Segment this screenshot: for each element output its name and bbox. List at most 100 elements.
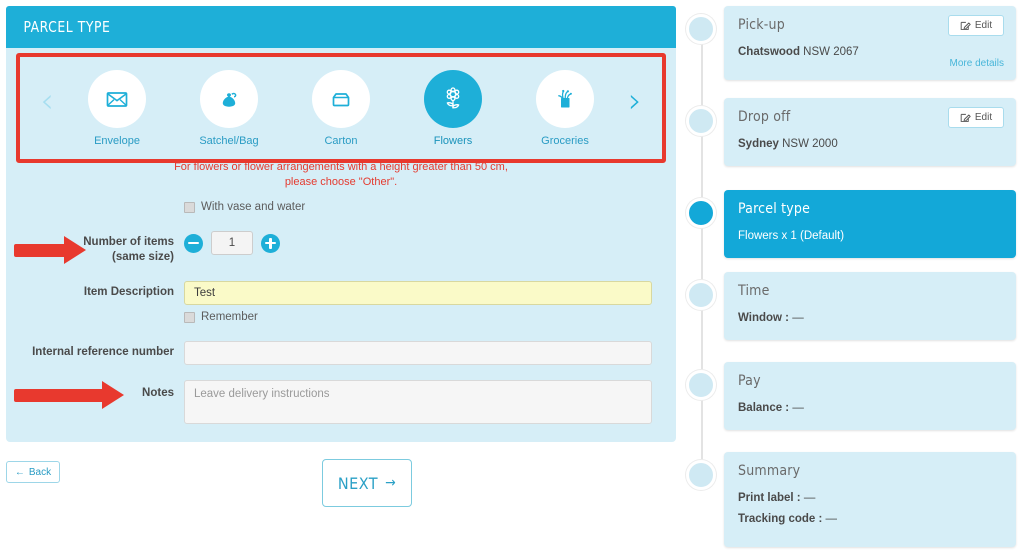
decrement-quantity-button[interactable] bbox=[184, 233, 203, 253]
timeline-dot-time bbox=[686, 280, 716, 310]
parcel-type-label: Envelope bbox=[94, 134, 140, 147]
quantity-input[interactable]: 1 bbox=[211, 231, 253, 255]
back-button-label: Back bbox=[28, 466, 52, 478]
annotation-arrow-number-of-items bbox=[14, 236, 86, 265]
next-arrow-icon: → bbox=[385, 475, 397, 491]
item-description-row: Item Description Test bbox=[6, 281, 676, 305]
card-line-bold: Sydney bbox=[738, 138, 779, 150]
card-title: Parcel type bbox=[738, 201, 811, 217]
flowers-icon bbox=[446, 86, 460, 108]
parcel-type-circle bbox=[88, 69, 146, 128]
card-pay[interactable]: Pay Balance : — bbox=[724, 362, 1016, 430]
card-title: Time bbox=[738, 283, 770, 299]
parcel-type-label: Satchel/Bag bbox=[199, 134, 259, 147]
warning-line-2: please choose "Other". bbox=[284, 176, 398, 188]
back-button[interactable]: ← Back bbox=[6, 461, 60, 483]
card-line-bold: Print label : bbox=[738, 492, 801, 504]
edit-dropoff-button[interactable]: Edit bbox=[948, 107, 1004, 128]
pencil-icon bbox=[960, 113, 971, 122]
parcel-type-circle bbox=[312, 69, 370, 128]
notes-textarea[interactable]: Leave delivery instructions bbox=[184, 380, 652, 424]
parcel-type-circle bbox=[536, 69, 594, 128]
timeline-dot-pay bbox=[686, 370, 716, 400]
timeline-dot-parcel-type bbox=[686, 198, 716, 228]
page-title: PARCEL TYPE bbox=[23, 18, 111, 36]
carousel-prev-icon[interactable]: ‹ bbox=[34, 84, 60, 118]
vase-checkbox-group[interactable]: With vase and water bbox=[184, 201, 676, 213]
quantity-stepper: 1 bbox=[184, 231, 676, 255]
internal-reference-row: Internal reference number bbox=[6, 341, 676, 365]
card-parcel-type[interactable]: Parcel type Flowers x 1 (Default) bbox=[724, 190, 1016, 258]
parcel-type-envelope[interactable]: Envelope bbox=[71, 69, 163, 147]
internal-reference-label: Internal reference number bbox=[32, 346, 174, 358]
carton-icon bbox=[332, 92, 350, 106]
remember-spacer bbox=[6, 311, 184, 315]
number-of-items-label-main: Number of items bbox=[83, 236, 174, 248]
progress-sidebar: Pick-up Chatswood NSW 2067 Edit More det… bbox=[676, 0, 1024, 553]
edit-pickup-label: Edit bbox=[974, 20, 993, 31]
card-line-rest: Flowers x 1 (Default) bbox=[738, 230, 845, 242]
card-line-bold: Window : bbox=[738, 312, 789, 324]
card-line-rest: — bbox=[800, 492, 816, 504]
card-line: Chatswood NSW 2067 bbox=[738, 46, 1002, 58]
parcel-type-carton[interactable]: Carton bbox=[295, 69, 387, 147]
annotation-arrow-notes bbox=[14, 381, 124, 410]
card-line: Tracking code : — bbox=[738, 513, 1002, 525]
timeline-dot-dropoff bbox=[686, 106, 716, 136]
timeline-dot-summary bbox=[686, 460, 716, 490]
card-line: Window : — bbox=[738, 312, 1002, 324]
panel-header: PARCEL TYPE bbox=[6, 6, 676, 48]
parcel-type-circle bbox=[424, 69, 482, 128]
card-summary[interactable]: Summary Print label : — Tracking code : … bbox=[724, 452, 1016, 547]
parcel-booking-screen: PARCEL TYPE ‹ Envelope Satchel/Bag Carto… bbox=[0, 0, 1024, 553]
card-line-rest: — bbox=[789, 312, 804, 324]
parcel-type-carousel: ‹ Envelope Satchel/Bag Carton Flowers Gr… bbox=[20, 57, 662, 159]
next-button-label: NEXT bbox=[337, 473, 379, 493]
item-description-input[interactable]: Test bbox=[184, 281, 652, 305]
card-line-bold: Chatswood bbox=[738, 46, 800, 58]
card-title: Summary bbox=[738, 463, 801, 479]
carousel-next-icon[interactable]: › bbox=[622, 84, 648, 118]
card-line: Balance : — bbox=[738, 402, 1002, 414]
parcel-type-circle bbox=[200, 69, 258, 128]
edit-dropoff-label: Edit bbox=[974, 112, 993, 123]
remember-label: Remember bbox=[201, 311, 258, 323]
card-line: Sydney NSW 2000 bbox=[738, 138, 1002, 150]
card-line-rest: NSW 2000 bbox=[778, 138, 838, 150]
parcel-type-list: Envelope Satchel/Bag Carton Flowers Groc… bbox=[71, 69, 611, 147]
timeline-connector bbox=[701, 22, 703, 482]
warning-line-1: For flowers or flower arrangements with … bbox=[174, 161, 508, 173]
edit-pickup-button[interactable]: Edit bbox=[948, 15, 1004, 36]
parcel-type-label: Groceries bbox=[541, 134, 589, 147]
parcel-type-label: Flowers bbox=[433, 134, 473, 147]
item-description-label: Item Description bbox=[83, 286, 174, 298]
more-details-pickup-link[interactable]: More details bbox=[950, 58, 1004, 69]
parcel-type-label: Carton bbox=[324, 134, 358, 147]
card-line-rest: — bbox=[822, 513, 838, 525]
card-line-bold: Tracking code : bbox=[738, 513, 823, 525]
flowers-height-warning: For flowers or flower arrangements with … bbox=[6, 160, 676, 190]
card-title: Pay bbox=[738, 373, 761, 389]
card-line-bold: Balance : bbox=[738, 402, 790, 414]
card-time[interactable]: Time Window : — bbox=[724, 272, 1016, 340]
card-line: Flowers x 1 (Default) bbox=[738, 230, 1002, 242]
card-dropoff[interactable]: Drop off Sydney NSW 2000 Edit bbox=[724, 98, 1016, 166]
vase-row: With vase and water bbox=[6, 201, 676, 213]
increment-quantity-button[interactable] bbox=[261, 233, 280, 253]
next-button[interactable]: NEXT → bbox=[322, 459, 412, 507]
remember-checkbox[interactable] bbox=[184, 311, 195, 323]
satchel-icon bbox=[222, 92, 237, 107]
envelope-icon bbox=[106, 91, 128, 107]
groceries-icon bbox=[558, 89, 572, 107]
back-arrow-icon: ← bbox=[14, 466, 25, 478]
parcel-type-satchel-bag[interactable]: Satchel/Bag bbox=[183, 69, 275, 147]
parcel-type-flowers[interactable]: Flowers bbox=[407, 69, 499, 147]
number-of-items-row: Number of items (same size) 1 bbox=[6, 231, 676, 265]
parcel-type-carousel-highlight: ‹ Envelope Satchel/Bag Carton Flowers Gr… bbox=[16, 53, 666, 163]
parcel-type-groceries[interactable]: Groceries bbox=[519, 69, 611, 147]
remember-checkbox-group[interactable]: Remember bbox=[184, 311, 676, 323]
with-vase-checkbox[interactable] bbox=[184, 201, 195, 213]
card-pickup[interactable]: Pick-up Chatswood NSW 2067 Edit More det… bbox=[724, 6, 1016, 80]
internal-reference-input[interactable] bbox=[184, 341, 652, 365]
card-line-rest: — bbox=[789, 402, 804, 414]
